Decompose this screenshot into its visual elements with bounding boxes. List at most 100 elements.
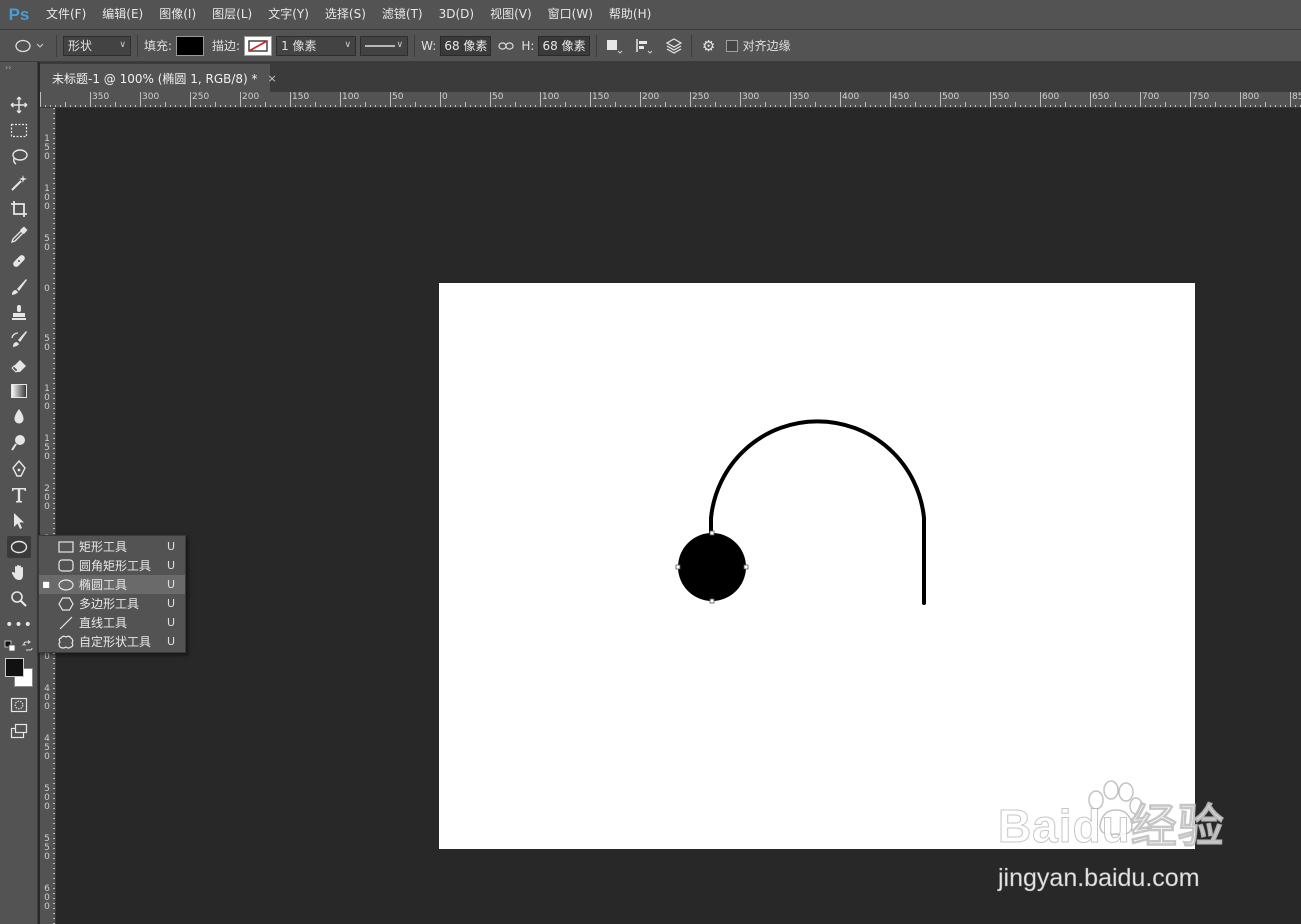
black-ellipse-shape[interactable] (678, 533, 746, 601)
default-colors-icon[interactable] (4, 640, 16, 652)
flyout-item-polygon[interactable]: 多边形工具 U (39, 594, 185, 613)
ruler-label: 5 5 0 (44, 834, 50, 862)
swap-colors-icon[interactable] (22, 640, 34, 652)
menu-edit[interactable]: 编辑(E) (94, 0, 151, 29)
ellipse-tool[interactable] (7, 536, 31, 558)
rounded-rectangle-icon (57, 558, 75, 574)
history-brush-tool[interactable] (7, 328, 31, 350)
anchor-point-left[interactable] (675, 564, 681, 570)
flyout-item-rounded-rectangle[interactable]: 圆角矩形工具 U (39, 556, 185, 575)
color-swatches (5, 658, 35, 688)
ruler-label: 1 0 0 (44, 184, 50, 212)
path-operations-button[interactable] (603, 35, 625, 57)
quick-mask-button[interactable] (7, 694, 31, 716)
anchor-point-top[interactable] (709, 530, 715, 536)
ruler-label: 250 (192, 92, 210, 102)
flyout-item-shortcut: U (167, 635, 176, 648)
ruler-label: 100 (342, 92, 360, 102)
flyout-item-rectangle[interactable]: 矩形工具 U (39, 537, 185, 556)
path-alignment-button[interactable] (633, 35, 655, 57)
ruler-label: 550 (992, 92, 1010, 102)
canvas-shapes (675, 419, 926, 605)
type-tool[interactable] (7, 484, 31, 506)
blur-tool[interactable] (7, 406, 31, 428)
flyout-item-label: 自定形状工具 (79, 635, 152, 649)
width-input[interactable]: 68 像素 (440, 35, 492, 56)
brush-tool[interactable] (7, 276, 31, 298)
healing-brush-tool[interactable] (7, 250, 31, 272)
ellipse-icon (15, 39, 44, 52)
height-input[interactable]: 68 像素 (538, 35, 590, 56)
stroke-swatch[interactable] (244, 35, 273, 56)
stamp-tool[interactable] (7, 302, 31, 324)
menu-filter[interactable]: 滤镜(T) (374, 0, 431, 29)
more-tools-button[interactable]: ••• (5, 614, 32, 636)
tool-preset-picker[interactable] (10, 35, 50, 57)
width-label: W: (421, 38, 437, 53)
panel-collapse-icon[interactable]: ›› (0, 62, 37, 74)
menu-view[interactable]: 视图(V) (482, 0, 540, 29)
app-logo: Ps (8, 4, 30, 24)
document-canvas[interactable] (439, 283, 1195, 849)
anchor-point-bottom[interactable] (709, 598, 715, 604)
type-icon (12, 488, 26, 503)
close-icon[interactable]: × (268, 72, 277, 85)
flyout-item-shortcut: U (167, 559, 176, 572)
chevron-down-icon: ∨ (396, 39, 404, 50)
horizontal-ruler[interactable]: 350 300 250 200 150 100 50 0 50 100 150 200 250 300 35… (40, 92, 1301, 108)
fill-swatch[interactable] (176, 35, 205, 56)
stroke-width-dropdown[interactable]: 1 像素 ∨ (276, 35, 357, 56)
menu-help[interactable]: 帮助(H) (601, 0, 659, 29)
marquee-tool[interactable] (7, 120, 31, 142)
link-icon[interactable] (495, 35, 517, 57)
lasso-icon (12, 149, 28, 165)
dodge-tool[interactable] (7, 432, 31, 454)
ruler-label: 300 (142, 92, 160, 102)
chevron-down-icon: ∨ (344, 39, 352, 50)
magic-wand-tool[interactable] (7, 172, 31, 194)
menu-file[interactable]: 文件(F) (38, 0, 94, 29)
hand-tool[interactable] (7, 562, 31, 584)
ruler-label: 2 0 0 (44, 484, 50, 512)
menu-select[interactable]: 选择(S) (317, 0, 374, 29)
ellipse-icon (57, 577, 75, 593)
flyout-item-line[interactable]: 直线工具 U (39, 613, 185, 632)
menu-type[interactable]: 文字(Y) (260, 0, 317, 29)
ruler-label: 1 5 0 (44, 134, 50, 162)
flyout-item-shortcut: U (167, 616, 176, 629)
menu-window[interactable]: 窗口(W) (540, 0, 601, 29)
flyout-item-custom-shape[interactable]: 自定形状工具 U (39, 632, 185, 651)
move-tool[interactable] (7, 94, 31, 116)
path-operations-icon (606, 39, 622, 54)
menu-image[interactable]: 图像(I) (151, 0, 204, 29)
separator (595, 34, 597, 57)
foreground-color-swatch[interactable] (5, 658, 24, 677)
flyout-item-label: 多边形工具 (79, 597, 140, 611)
dodge-icon (11, 435, 25, 451)
move-icon (10, 96, 28, 114)
align-edges-checkbox[interactable] (725, 39, 738, 52)
menu-layer[interactable]: 图层(L) (204, 0, 260, 29)
gradient-icon (11, 384, 27, 398)
crop-tool[interactable] (7, 198, 31, 220)
path-arrangement-button[interactable] (663, 35, 685, 57)
eraser-tool[interactable] (7, 354, 31, 376)
anchor-point-right[interactable] (743, 564, 749, 570)
zoom-tool[interactable] (7, 588, 31, 610)
gradient-tool[interactable] (7, 380, 31, 402)
eyedropper-tool[interactable] (7, 224, 31, 246)
tool-mode-dropdown[interactable]: 形状 ∨ (63, 35, 131, 56)
settings-button[interactable]: ⚙ (698, 35, 720, 57)
vertical-ruler[interactable]: 1 5 01 0 05 005 01 0 01 5 02 0 02 5 03 0… (40, 108, 56, 924)
solid-line-icon (365, 44, 396, 47)
menu-3d[interactable]: 3D(D) (431, 0, 482, 29)
pen-tool[interactable] (7, 458, 31, 480)
shape-tool-flyout: 矩形工具 U 圆角矩形工具 U ■ 椭圆工具 U 多边形工具 U 直线工具 U (38, 535, 186, 653)
document-tab[interactable]: 未标题-1 @ 100% (椭圆 1, RGB/8) * × (40, 64, 277, 92)
stroke-type-dropdown[interactable]: ∨ (360, 35, 409, 56)
screen-mode-button[interactable] (7, 720, 31, 742)
lasso-tool[interactable] (7, 146, 31, 168)
path-selection-tool[interactable] (7, 510, 31, 532)
flyout-item-ellipse[interactable]: ■ 椭圆工具 U (39, 575, 185, 594)
crop-icon (11, 201, 27, 217)
